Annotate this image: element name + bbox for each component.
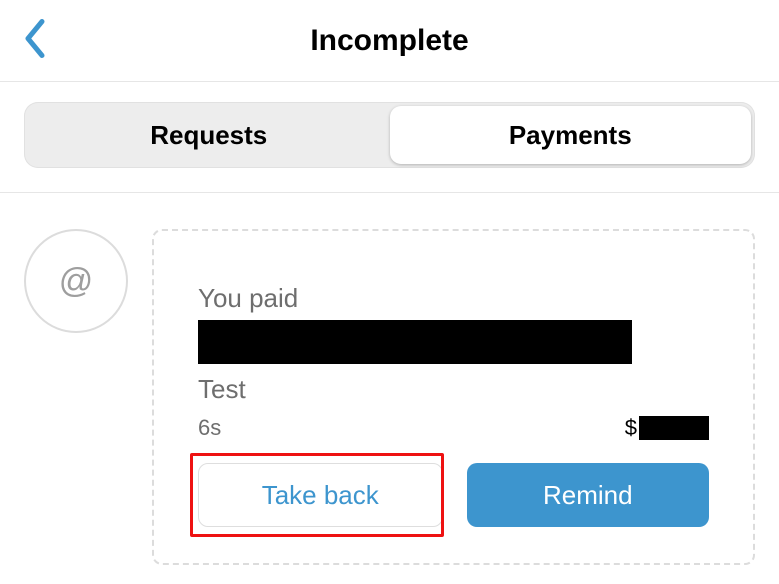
timestamp: 6s (198, 415, 221, 441)
avatar: @ (24, 229, 128, 333)
paid-prefix: You paid (198, 283, 709, 314)
content-area: @ You paid Test 6s $ Take back Remind (0, 193, 779, 565)
at-icon: @ (59, 262, 94, 301)
payment-note: Test (198, 374, 709, 405)
chevron-left-icon (24, 18, 46, 58)
segmented-wrapper: Requests Payments (0, 82, 779, 193)
page-title: Incomplete (24, 24, 755, 58)
currency-symbol: $ (625, 415, 637, 441)
take-back-button[interactable]: Take back (198, 463, 443, 527)
remind-button[interactable]: Remind (467, 463, 710, 527)
payment-card: You paid Test 6s $ Take back Remind (152, 229, 755, 565)
amount-redacted (639, 416, 709, 440)
tab-payments[interactable]: Payments (390, 106, 752, 164)
recipient-redacted (198, 320, 632, 364)
segmented-control: Requests Payments (24, 102, 755, 168)
amount: $ (625, 415, 709, 441)
action-row: Take back Remind (198, 463, 709, 527)
meta-row: 6s $ (198, 415, 709, 441)
back-button[interactable] (24, 18, 46, 63)
tab-requests[interactable]: Requests (28, 106, 390, 164)
header: Incomplete (0, 0, 779, 82)
